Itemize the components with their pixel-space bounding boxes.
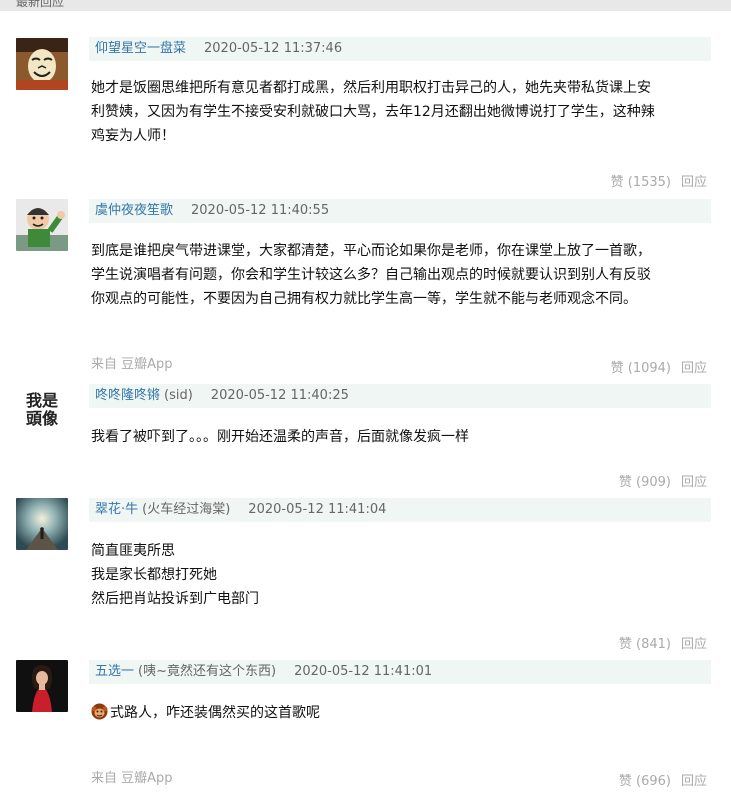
user-signature: (火车经过海棠) xyxy=(142,502,231,517)
comment-time: 2020-05-12 11:40:25 xyxy=(210,388,349,403)
comment-text: 式路人，咋还装偶然买的这首歌呢 xyxy=(91,701,716,725)
user-signature: (咦~竟然还有这个东西) xyxy=(138,664,277,679)
reply-button[interactable]: 回应 xyxy=(681,175,707,190)
reply-button[interactable]: 回应 xyxy=(681,637,707,652)
comment-time: 2020-05-12 11:37:46 xyxy=(204,41,343,56)
light-figure-avatar xyxy=(16,498,68,550)
username-link[interactable]: 翠花·牛 xyxy=(95,502,138,517)
comment-line: 她才是饭圈思维把所有意见者都打成黑，然后利用职权打击异己的人，她先夹带私货课上安 xyxy=(91,80,651,96)
comment-meta: 虞仲夜夜笙歌 2020-05-12 11:40:55 xyxy=(89,199,711,223)
comment-time: 2020-05-12 11:41:01 xyxy=(294,664,433,679)
comment-actions: 赞 (1094) 回应 xyxy=(611,357,707,376)
comment-text: 我看了被吓到了。。。刚开始还温柔的声音，后面就像发疯一样 xyxy=(91,425,716,449)
reply-button[interactable]: 回应 xyxy=(681,774,707,789)
comment-meta: 仰望星空一盘菜 2020-05-12 11:37:46 xyxy=(89,37,711,61)
monkey-emoji-icon xyxy=(91,703,108,720)
comment-line: 我看了被吓到了。。。刚开始还温柔的声音，后面就像发疯一样 xyxy=(91,429,469,445)
comment-source: 来自 豆瓣App xyxy=(91,357,173,372)
user-avatar[interactable] xyxy=(16,498,68,550)
vote-button[interactable]: 赞 (696) xyxy=(619,774,671,789)
vote-button[interactable]: 赞 (909) xyxy=(619,475,671,490)
comment-meta: 翠花·牛 (火车经过海棠) 2020-05-12 11:41:04 xyxy=(89,498,711,522)
masked-face-avatar xyxy=(16,38,68,90)
comment-meta: 咚咚隆咚锵 (sid) 2020-05-12 11:40:25 xyxy=(89,384,711,408)
avatar-text: 我是 xyxy=(25,391,58,410)
text-avatar: 我是 頭像 xyxy=(16,384,68,436)
user-avatar[interactable]: 我是 頭像 xyxy=(16,384,68,436)
comment-line: 然后把肖站投诉到广电部门 xyxy=(91,591,259,607)
comment-actions: 赞 (1535) 回应 xyxy=(611,171,707,190)
user-avatar[interactable] xyxy=(16,660,68,712)
vote-button[interactable]: 赞 (841) xyxy=(619,637,671,652)
comment-meta: 五选一 (咦~竟然还有这个东西) 2020-05-12 11:41:01 xyxy=(89,660,711,684)
comment-line: 你观点的可能性，不要因为自己拥有权力就比学生高一等，学生就不能与老师观念不同。 xyxy=(91,291,637,307)
section-title: 最新回应 xyxy=(16,0,65,9)
reply-button[interactable]: 回应 xyxy=(681,475,707,490)
comment-line: 式路人，咋还装偶然买的这首歌呢 xyxy=(91,701,716,725)
comment-actions: 赞 (696) 回应 xyxy=(619,770,707,789)
comment-text: 到底是谁把戾气带进课堂，大家都清楚，平心而论如果你是老师，你在课堂上放了一首歌，… xyxy=(91,239,716,311)
comment-line: 学生说演唱者有问题，你会和学生计较这么多？自己输出观点的时候就要认识到别人有反驳 xyxy=(91,267,651,283)
section-header: 最新回应 xyxy=(0,0,731,11)
comment-line-text: 式路人，咋还装偶然买的这首歌呢 xyxy=(110,705,320,721)
comment-actions: 赞 (909) 回应 xyxy=(619,471,707,490)
singer-avatar xyxy=(16,660,68,712)
comment-text: 简直匪夷所思 我是家长都想打死她 然后把肖站投诉到广电部门 xyxy=(91,539,716,611)
user-avatar[interactable] xyxy=(16,38,68,90)
comment-line: 我是家长都想打死她 xyxy=(91,567,217,583)
username-link[interactable]: 仰望星空一盘菜 xyxy=(95,41,186,56)
comment-line: 简直匪夷所思 xyxy=(91,543,175,559)
comment-time: 2020-05-12 11:40:55 xyxy=(191,203,330,218)
user-avatar[interactable] xyxy=(16,199,68,251)
username-link[interactable]: 虞仲夜夜笙歌 xyxy=(95,203,173,218)
comment-actions: 赞 (841) 回应 xyxy=(619,633,707,652)
vote-button[interactable]: 赞 (1094) xyxy=(611,361,671,376)
comment-line: 鸡妄为人师！ xyxy=(91,128,175,144)
username-link[interactable]: 咚咚隆咚锵 xyxy=(95,388,160,403)
comment-text: 她才是饭圈思维把所有意见者都打成黑，然后利用职权打击异己的人，她先夹带私货课上安… xyxy=(91,76,716,148)
vote-button[interactable]: 赞 (1535) xyxy=(611,175,671,190)
cartoon-man-avatar xyxy=(16,199,68,251)
reply-button[interactable]: 回应 xyxy=(681,361,707,376)
comment-source: 来自 豆瓣App xyxy=(91,771,173,786)
username-link[interactable]: 五选一 xyxy=(95,664,134,679)
comment-time: 2020-05-12 11:41:04 xyxy=(248,502,387,517)
avatar-text: 頭像 xyxy=(25,409,58,428)
comment-line: 到底是谁把戾气带进课堂，大家都清楚，平心而论如果你是老师，你在课堂上放了一首歌， xyxy=(91,243,651,259)
comment-line: 利赞姨，又因为有学生不接受安利就破口大骂，去年12月还翻出她微博说打了学生，这种… xyxy=(91,104,655,120)
user-signature: (sid) xyxy=(164,388,193,403)
